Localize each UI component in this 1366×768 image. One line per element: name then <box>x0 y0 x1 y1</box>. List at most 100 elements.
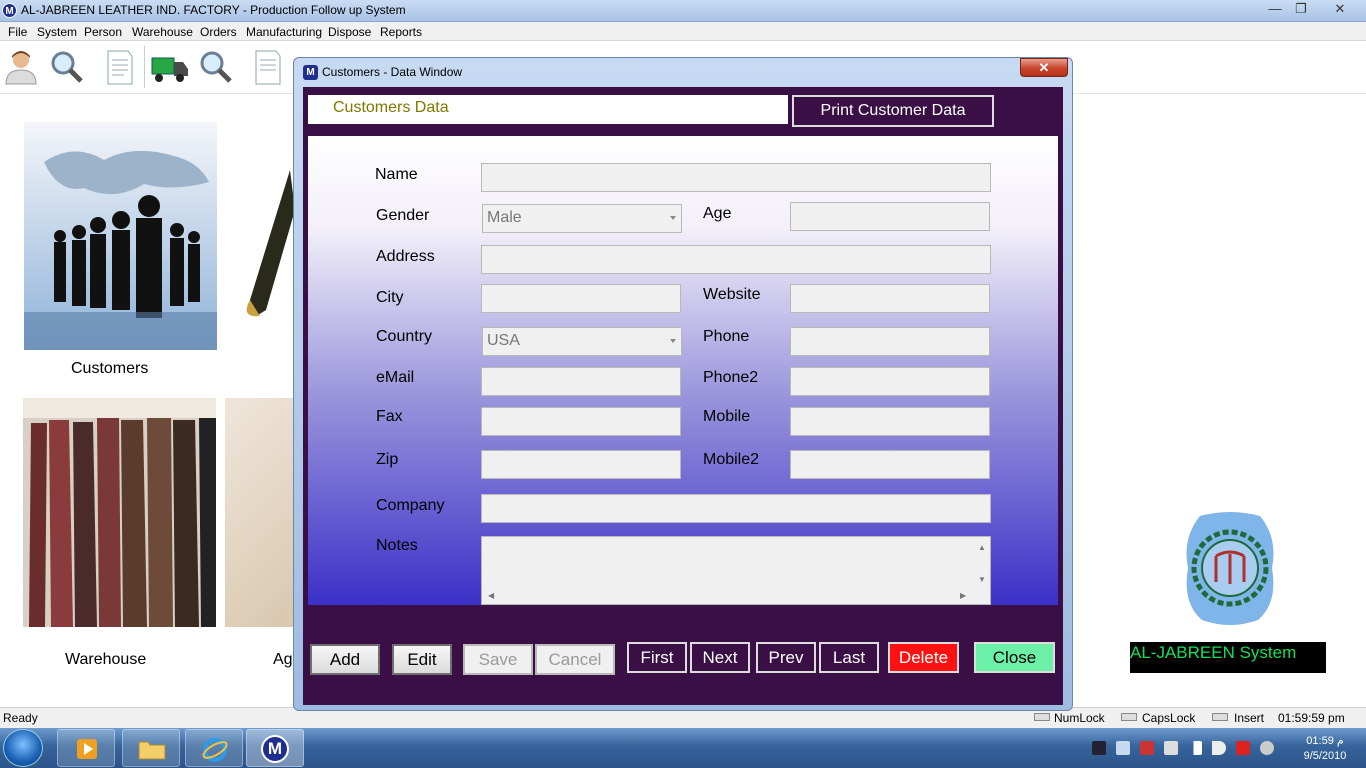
fax-field[interactable] <box>481 407 681 436</box>
age-label: Age <box>703 205 732 222</box>
menu-file[interactable]: File <box>8 25 27 39</box>
window-title: AL-JABREEN LEATHER IND. FACTORY - Produc… <box>21 3 406 17</box>
report-document-icon[interactable] <box>248 48 286 86</box>
menu-person[interactable]: Person <box>84 25 122 39</box>
taskbar-media-player[interactable] <box>57 729 115 767</box>
partial-tile-label[interactable]: Ag <box>273 651 293 669</box>
add-button[interactable]: Add <box>310 644 380 675</box>
dialog-client-area: Customers Data Print Customer Data Name … <box>303 87 1063 705</box>
tray-tool-icon[interactable] <box>1140 741 1154 755</box>
header-title: Customers Data <box>333 99 449 116</box>
main-title-bar: M AL-JABREEN LEATHER IND. FACTORY - Prod… <box>0 0 1366 22</box>
taskbar-clock[interactable]: 01:59 م 9/5/2010 <box>1290 734 1360 764</box>
search-warehouse-icon[interactable] <box>197 48 235 86</box>
search-icon[interactable] <box>48 48 86 86</box>
numlock-indicator-icon <box>1034 713 1050 721</box>
first-button[interactable]: First <box>627 642 687 673</box>
menu-warehouse[interactable]: Warehouse <box>132 25 193 39</box>
scroll-left-icon[interactable]: ◀ <box>488 591 494 600</box>
customers-tile-image[interactable] <box>24 122 217 350</box>
taskbar-explorer[interactable] <box>122 729 180 767</box>
dialog-close-icon[interactable]: ✕ <box>1020 58 1068 77</box>
status-numlock: NumLock <box>1054 711 1105 725</box>
status-ready: Ready <box>3 711 38 725</box>
customers-dialog: M Customers - Data Window ✕ Customers Da… <box>293 57 1073 711</box>
address-field[interactable] <box>481 245 991 274</box>
folder-icon <box>138 741 166 760</box>
zip-field[interactable] <box>481 450 681 479</box>
warehouse-tile-image[interactable] <box>23 398 216 627</box>
minimize-icon[interactable]: — <box>1261 0 1289 18</box>
status-capslock: CapsLock <box>1142 711 1196 725</box>
restore-icon[interactable]: ❐ <box>1287 0 1315 18</box>
menu-reports[interactable]: Reports <box>380 25 422 39</box>
phone2-label: Phone2 <box>703 369 759 386</box>
chevron-down-icon <box>670 216 676 220</box>
insert-indicator-icon <box>1212 713 1228 721</box>
last-button[interactable]: Last <box>819 642 879 673</box>
person-icon[interactable] <box>2 48 40 86</box>
country-label: Country <box>376 328 433 345</box>
prev-button[interactable]: Prev <box>756 642 816 673</box>
zip-label: Zip <box>376 451 399 468</box>
website-field[interactable] <box>790 284 990 313</box>
print-customer-data-button[interactable]: Print Customer Data <box>792 95 994 127</box>
close-button[interactable]: Close <box>974 642 1055 673</box>
email-field[interactable] <box>481 367 681 396</box>
scroll-down-icon[interactable]: ▼ <box>978 575 986 584</box>
city-field[interactable] <box>481 284 681 313</box>
document-icon[interactable] <box>100 48 138 86</box>
menu-orders[interactable]: Orders <box>200 25 237 39</box>
delete-button[interactable]: Delete <box>888 642 959 673</box>
notes-textarea[interactable]: ▲ ▼ ◀ ▶ <box>481 536 991 605</box>
menu-manufacturing[interactable]: Manufacturing <box>246 25 322 39</box>
taskbar-active-app[interactable]: M <box>246 729 304 767</box>
phone2-field[interactable] <box>790 367 990 396</box>
customers-tile-label[interactable]: Customers <box>71 360 148 378</box>
close-window-icon[interactable]: ✕ <box>1326 0 1354 18</box>
name-field[interactable] <box>481 163 991 192</box>
notes-label: Notes <box>376 537 418 554</box>
app-logo-icon: M <box>2 3 17 18</box>
start-button[interactable] <box>3 729 43 767</box>
toolbar-separator <box>144 46 145 88</box>
age-field[interactable] <box>790 202 990 231</box>
scroll-up-icon[interactable]: ▲ <box>978 543 986 552</box>
phone-field[interactable] <box>790 327 990 356</box>
save-button[interactable]: Save <box>463 644 533 675</box>
clock-time: 01:59 م <box>1306 735 1344 747</box>
capslock-indicator-icon <box>1121 713 1137 721</box>
next-button[interactable]: Next <box>690 642 750 673</box>
menu-system[interactable]: System <box>37 25 77 39</box>
partial-tile-image[interactable] <box>225 398 295 627</box>
truck-icon[interactable] <box>151 48 189 86</box>
website-label: Website <box>703 286 761 303</box>
mobile-field[interactable] <box>790 407 990 436</box>
menu-dispose[interactable]: Dispose <box>328 25 371 39</box>
mobile2-field[interactable] <box>790 450 990 479</box>
company-label: Company <box>376 497 445 514</box>
tray-signal-icon[interactable] <box>1188 741 1202 755</box>
menu-bar: File System Person Warehouse Orders Manu… <box>0 22 1366 41</box>
taskbar-internet-explorer[interactable] <box>185 729 243 767</box>
edit-button[interactable]: Edit <box>392 644 452 675</box>
phone-label: Phone <box>703 328 750 345</box>
fax-label: Fax <box>376 408 403 425</box>
gender-select[interactable]: Male <box>482 204 682 233</box>
country-select[interactable]: USA <box>482 327 682 356</box>
tray-volume-icon[interactable] <box>1212 741 1226 755</box>
company-field[interactable] <box>481 494 991 523</box>
status-time: 01:59:59 pm <box>1278 711 1345 725</box>
tray-language-icon[interactable] <box>1260 741 1274 755</box>
scroll-right-icon[interactable]: ▶ <box>960 591 966 600</box>
tray-network-icon[interactable] <box>1092 741 1106 755</box>
warehouse-tile-label[interactable]: Warehouse <box>65 651 146 669</box>
tray-antivirus-icon[interactable] <box>1236 741 1250 755</box>
mobile2-label: Mobile2 <box>703 451 760 468</box>
tray-usb-icon[interactable] <box>1164 741 1178 755</box>
cancel-button[interactable]: Cancel <box>535 644 615 675</box>
partial-pen-tile-image[interactable] <box>240 150 295 320</box>
clock-date: 9/5/2010 <box>1303 750 1347 762</box>
tray-monitor-icon[interactable] <box>1116 741 1130 755</box>
gender-label: Gender <box>376 207 430 224</box>
